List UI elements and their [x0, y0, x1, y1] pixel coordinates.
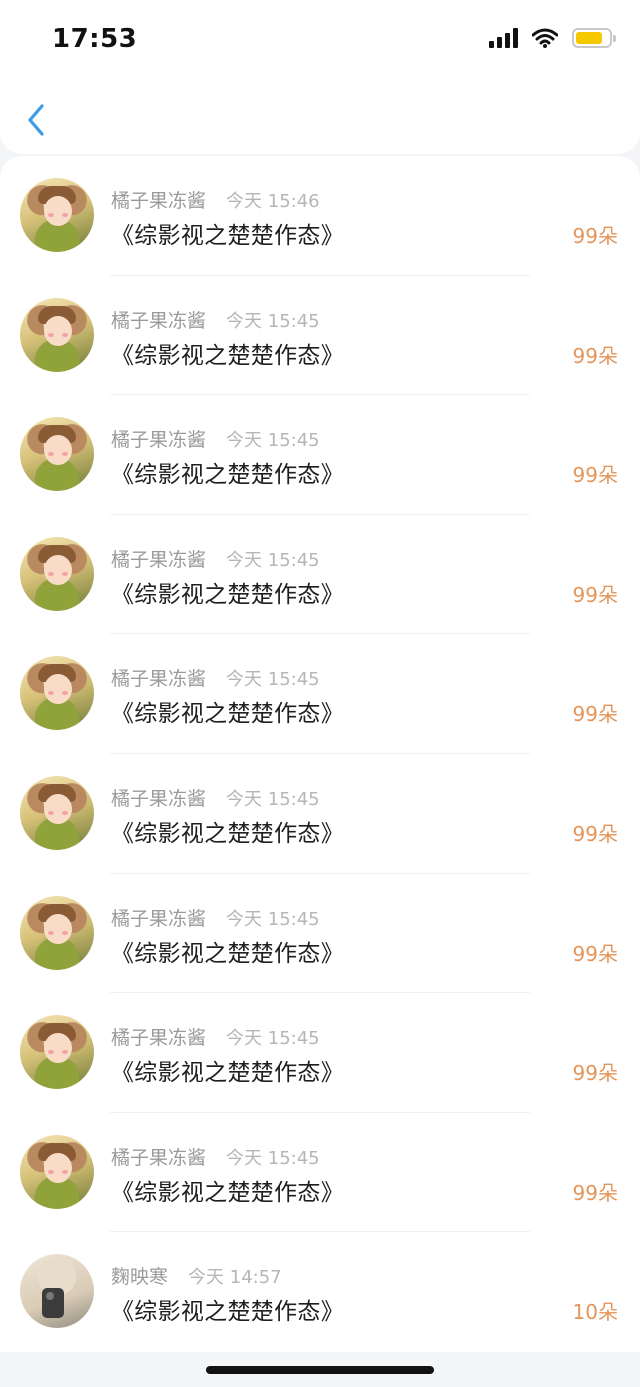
gift-amount: 99朵: [572, 1061, 618, 1086]
timestamp: 今天 15:46: [226, 191, 320, 212]
book-title: 《综影视之楚楚作态》: [111, 701, 344, 728]
timestamp: 今天 15:45: [226, 908, 320, 930]
gift-amount: 99朵: [572, 1180, 618, 1205]
gift-amount: 99朵: [572, 821, 618, 846]
user-name[interactable]: 橘子果冻酱: [111, 1143, 206, 1170]
record-meta: 橘子果冻酱 今天 15:46: [111, 186, 320, 213]
battery-level: [576, 32, 603, 44]
book-title: 《综影视之楚楚作态》: [111, 342, 344, 369]
user-name[interactable]: 橘子果冻酱: [111, 306, 206, 333]
battery-icon: [572, 28, 616, 48]
home-indicator[interactable]: [206, 1366, 434, 1374]
timestamp: 今天 15:45: [226, 549, 320, 571]
avatar[interactable]: [20, 1254, 94, 1329]
back-button[interactable]: [18, 100, 54, 140]
record-meta: 橘子果冻酱 今天 15:45: [111, 904, 320, 931]
record-meta: 橘子果冻酱 今天 15:45: [111, 664, 320, 691]
gift-amount: 99朵: [572, 343, 618, 368]
gift-amount: 10朵: [572, 1300, 618, 1325]
timestamp: 今天 15:45: [226, 430, 320, 452]
list-item[interactable]: 橘子果冻酱 今天 15:45 《综影视之楚楚作态》 99朵: [0, 515, 640, 635]
gift-amount: 99朵: [572, 941, 618, 966]
record-meta: 橘子果冻酱 今天 15:45: [111, 545, 320, 572]
gift-amount: 99朵: [572, 463, 618, 488]
status-time: 17:53: [52, 24, 138, 54]
user-name[interactable]: 橘子果冻酱: [111, 186, 206, 213]
list-item[interactable]: 橘子果冻酱 今天 15:45 《综影视之楚楚作态》 99朵: [0, 395, 640, 515]
avatar[interactable]: [20, 536, 94, 611]
chevron-left-icon: [28, 104, 44, 136]
book-title: 《综影视之楚楚作态》: [111, 820, 344, 847]
gift-amount: 99朵: [572, 224, 618, 248]
wifi-icon: [532, 28, 558, 48]
avatar[interactable]: [20, 656, 94, 731]
avatar[interactable]: [20, 178, 94, 252]
list-item[interactable]: 橘子果冻酱 今天 15:45 《综影视之楚楚作态》 99朵: [0, 874, 640, 994]
book-title: 《综影视之楚楚作态》: [111, 1179, 344, 1206]
user-name[interactable]: 麴映寒: [111, 1262, 168, 1289]
avatar[interactable]: [20, 775, 94, 850]
record-meta: 橘子果冻酱 今天 15:45: [111, 306, 320, 333]
avatar[interactable]: [20, 1015, 94, 1090]
record-meta: 橘子果冻酱 今天 15:45: [111, 425, 320, 452]
timestamp: 今天 14:57: [188, 1267, 282, 1289]
record-meta: 麴映寒 今天 14:57: [111, 1262, 282, 1289]
user-name[interactable]: 橘子果冻酱: [111, 1023, 206, 1050]
list-item[interactable]: 橘子果冻酱 今天 15:45 《综影视之楚楚作态》 99朵: [0, 754, 640, 874]
avatar[interactable]: [20, 417, 94, 492]
book-title: 《综影视之楚楚作态》: [111, 1299, 344, 1326]
book-title: 《综影视之楚楚作态》: [111, 940, 344, 967]
avatar[interactable]: [20, 297, 94, 372]
book-title: 《综影视之楚楚作态》: [111, 581, 344, 608]
user-name[interactable]: 橘子果冻酱: [111, 784, 206, 811]
list-item[interactable]: 麴映寒 今天 14:57 《综影视之楚楚作态》 10朵: [0, 1232, 640, 1352]
user-name[interactable]: 橘子果冻酱: [111, 904, 206, 931]
nav-bar: [0, 82, 640, 154]
list-item[interactable]: 橘子果冻酱 今天 15:45 《综影视之楚楚作态》 99朵: [0, 993, 640, 1113]
timestamp: 今天 15:45: [226, 310, 320, 332]
avatar[interactable]: [20, 1134, 94, 1209]
book-title: 《综影视之楚楚作态》: [111, 1060, 344, 1087]
timestamp: 今天 15:45: [226, 1147, 320, 1169]
gift-records-screen: 17:53 橘子果冻酱 今天 15:46 《综影视之楚楚作态》 99朵 橘子果冻…: [0, 0, 640, 1387]
list-item[interactable]: 橘子果冻酱 今天 15:46 《综影视之楚楚作态》 99朵: [0, 156, 640, 276]
gift-amount: 99朵: [572, 702, 618, 727]
user-name[interactable]: 橘子果冻酱: [111, 545, 206, 572]
timestamp: 今天 15:45: [226, 669, 320, 691]
user-name[interactable]: 橘子果冻酱: [111, 664, 206, 691]
book-title: 《综影视之楚楚作态》: [111, 223, 344, 249]
record-meta: 橘子果冻酱 今天 15:45: [111, 784, 320, 811]
gift-record-list: 橘子果冻酱 今天 15:46 《综影视之楚楚作态》 99朵 橘子果冻酱 今天 1…: [0, 156, 640, 1352]
status-bar: 17:53: [0, 0, 640, 82]
record-meta: 橘子果冻酱 今天 15:45: [111, 1023, 320, 1050]
book-title: 《综影视之楚楚作态》: [111, 462, 344, 489]
record-meta: 橘子果冻酱 今天 15:45: [111, 1143, 320, 1170]
status-icons: [489, 28, 616, 48]
cellular-signal-icon: [489, 28, 518, 48]
list-item[interactable]: 橘子果冻酱 今天 15:45 《综影视之楚楚作态》 99朵: [0, 634, 640, 754]
timestamp: 今天 15:45: [226, 788, 320, 810]
user-name[interactable]: 橘子果冻酱: [111, 425, 206, 452]
avatar[interactable]: [20, 895, 94, 970]
list-item[interactable]: 橘子果冻酱 今天 15:45 《综影视之楚楚作态》 99朵: [0, 276, 640, 396]
list-item[interactable]: 橘子果冻酱 今天 15:45 《综影视之楚楚作态》 99朵: [0, 1113, 640, 1233]
timestamp: 今天 15:45: [226, 1028, 320, 1050]
home-area: [0, 1352, 640, 1387]
gift-amount: 99朵: [572, 582, 618, 607]
